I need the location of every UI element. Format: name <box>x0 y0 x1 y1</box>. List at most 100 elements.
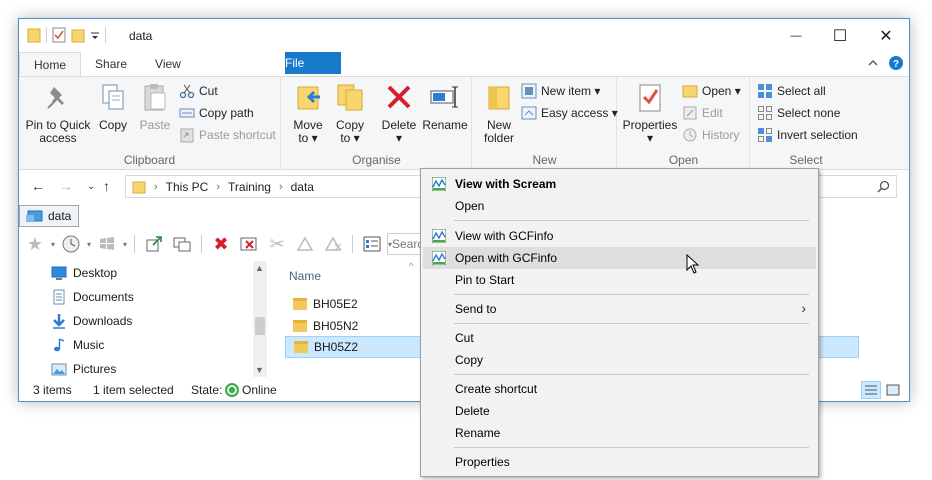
breadcrumb-this-pc[interactable]: This PC <box>166 180 209 194</box>
properties-icon[interactable] <box>52 27 66 43</box>
breadcrumb-data[interactable]: data <box>291 180 314 194</box>
menu-item-pin-to-start[interactable]: Pin to Start <box>423 269 816 291</box>
search-input[interactable] <box>809 175 897 198</box>
back-arrow-icon[interactable]: ← <box>31 178 45 194</box>
search-icon <box>877 180 890 193</box>
maximize-button[interactable]: ☐ <box>817 19 863 52</box>
scroll-down-arrow-icon[interactable]: ▼ <box>255 365 264 375</box>
customize-qat-icon[interactable] <box>90 27 100 43</box>
copy-to-button[interactable]: Copy to ▾ <box>330 81 370 145</box>
location-tab-chip[interactable]: data <box>19 205 79 227</box>
star-icon[interactable]: ★ <box>23 232 47 256</box>
copy-path-button[interactable]: Copy path <box>179 105 254 121</box>
delete-button[interactable]: Delete ▾ <box>378 81 420 145</box>
nav-item-desktop[interactable]: Desktop <box>51 265 117 281</box>
recent-locations-chevron-icon[interactable]: ⌄ <box>87 181 95 192</box>
copy-button[interactable]: Copy <box>95 81 131 132</box>
breadcrumb-chevron-icon[interactable]: › <box>279 181 283 193</box>
paste-button[interactable]: Paste <box>137 81 173 132</box>
tab-home[interactable]: Home <box>19 52 82 77</box>
easy-access-button[interactable]: Easy access ▾ <box>521 105 618 121</box>
paste-shortcut-button[interactable]: Paste shortcut <box>179 127 276 143</box>
open-in-new-window-icon[interactable] <box>142 232 166 256</box>
select-all-button[interactable]: Select all <box>757 83 826 99</box>
close-button[interactable]: ✕ <box>863 19 909 52</box>
clock-icon[interactable] <box>59 232 83 256</box>
nav-item-downloads[interactable]: Downloads <box>51 313 132 329</box>
view-options-icon[interactable] <box>360 232 384 256</box>
history-button[interactable]: History <box>682 127 739 143</box>
new-folder-button[interactable]: New folder <box>479 81 519 145</box>
move-to-button[interactable]: Move to ▾ <box>288 81 328 145</box>
copy-window-icon[interactable] <box>170 232 194 256</box>
triangle-x-disabled-icon[interactable] <box>321 232 345 256</box>
group-label-organise: Organise <box>352 153 401 167</box>
column-header-name[interactable]: Name <box>289 269 321 283</box>
minimize-button[interactable]: — <box>773 19 819 52</box>
nav-item-pictures[interactable]: Pictures <box>51 361 116 377</box>
delete-window-icon[interactable] <box>237 232 261 256</box>
menu-item-cut[interactable]: Cut <box>423 327 816 349</box>
breadcrumb-chevron-icon[interactable]: › <box>216 181 220 193</box>
copy-path-icon <box>179 108 195 118</box>
menu-item-open-with-gcfinfo[interactable]: Open with GCFinfo <box>423 247 816 269</box>
breadcrumb-chevron-icon[interactable]: › <box>154 181 158 193</box>
help-icon[interactable]: ? <box>889 56 903 70</box>
breadcrumb-training[interactable]: Training <box>228 180 271 194</box>
pin-to-quick-access-button[interactable]: Pin to Quick access <box>25 81 91 145</box>
invert-selection-button[interactable]: Invert selection <box>757 127 858 143</box>
new-folder-icon[interactable] <box>71 27 85 43</box>
menu-item-view-with-gcfinfo[interactable]: View with GCFinfo <box>423 225 816 247</box>
delete-icon[interactable]: ✖ <box>209 232 233 256</box>
properties-button[interactable]: Properties ▾ <box>622 81 678 145</box>
nav-item-music[interactable]: Music <box>51 337 104 353</box>
menu-item-open[interactable]: Open <box>423 195 816 217</box>
menu-item-create-shortcut[interactable]: Create shortcut <box>423 378 816 400</box>
menu-item-properties[interactable]: Properties <box>423 451 816 473</box>
rename-button[interactable]: Rename <box>422 81 468 132</box>
menu-separator <box>454 447 809 448</box>
scream-app-icon <box>432 177 446 191</box>
menu-item-rename[interactable]: Rename <box>423 422 816 444</box>
windows-flag-icon[interactable] <box>95 232 119 256</box>
forward-arrow-icon[interactable]: → <box>59 178 73 194</box>
cut-button[interactable]: Cut <box>179 83 218 99</box>
network-folder-icon <box>26 210 43 222</box>
easy-access-icon <box>521 106 537 120</box>
open-button[interactable]: Open ▾ <box>682 83 741 99</box>
edit-button[interactable]: Edit <box>682 105 723 121</box>
new-item-button[interactable]: New item ▾ <box>521 83 600 99</box>
desktop-icon <box>51 266 67 280</box>
select-none-button[interactable]: Select none <box>757 105 840 121</box>
large-icons-view-icon[interactable] <box>883 381 903 399</box>
svg-text:?: ? <box>893 59 899 70</box>
scrollbar-thumb[interactable] <box>255 317 265 335</box>
menu-item-view-with-scream[interactable]: View with Scream <box>423 173 816 195</box>
menu-item-copy[interactable]: Copy <box>423 349 816 371</box>
dropdown-arrow-icon[interactable]: ▾ <box>87 240 91 249</box>
details-view-icon[interactable] <box>861 381 881 399</box>
folder-icon[interactable] <box>27 27 41 43</box>
organise-group: Move to ▾ Copy to ▾ Delete ▾ Rename Orga… <box>282 77 472 170</box>
move-to-icon <box>297 86 320 110</box>
tab-share[interactable]: Share <box>81 52 141 77</box>
invert-selection-icon <box>758 128 772 142</box>
properties-icon <box>639 84 661 112</box>
scroll-up-arrow-icon[interactable]: ▲ <box>255 263 264 273</box>
state-label: State: <box>191 383 223 397</box>
divider <box>134 235 136 253</box>
menu-item-send-to[interactable]: Send to › <box>423 298 816 320</box>
dropdown-arrow-icon[interactable]: ▾ <box>123 240 127 249</box>
up-arrow-icon[interactable]: ↑ <box>103 178 110 194</box>
menu-separator <box>454 323 809 324</box>
dropdown-arrow-icon[interactable]: ▾ <box>51 240 55 249</box>
tab-file[interactable]: File <box>285 52 341 74</box>
cut-disabled-icon[interactable]: ✂ <box>265 232 289 256</box>
window-title: data <box>129 29 153 43</box>
triangle-disabled-icon[interactable] <box>293 232 317 256</box>
nav-item-documents[interactable]: Documents <box>51 289 134 305</box>
collapse-ribbon-icon[interactable] <box>867 57 879 69</box>
tab-view[interactable]: View <box>141 52 195 77</box>
menu-item-delete[interactable]: Delete <box>423 400 816 422</box>
address-bar[interactable]: › This PC › Training › data <box>125 175 443 198</box>
